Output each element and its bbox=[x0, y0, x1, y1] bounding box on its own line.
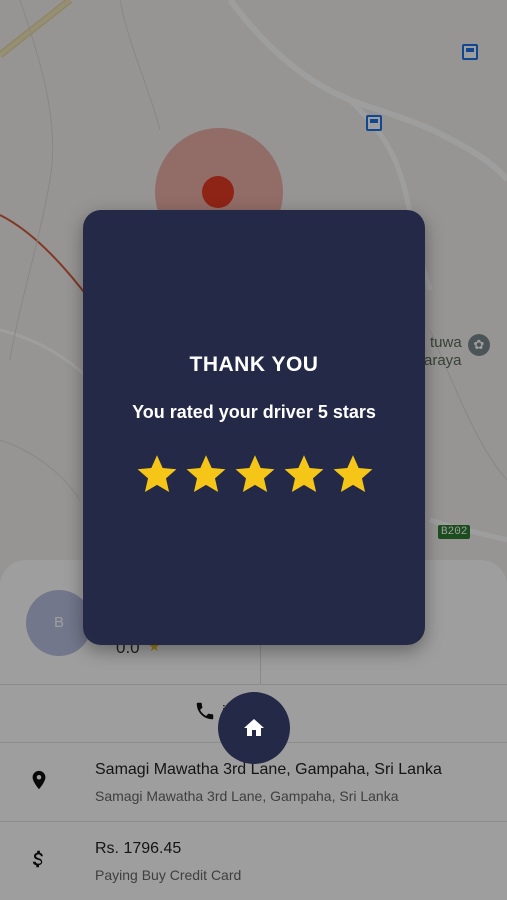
star-icon bbox=[235, 455, 275, 492]
star-icon bbox=[137, 455, 177, 492]
star-icon bbox=[186, 455, 226, 492]
dialog-title: THANK YOU bbox=[189, 353, 319, 376]
star-icon bbox=[333, 455, 373, 492]
dialog-message: You rated your driver 5 stars bbox=[132, 402, 376, 422]
home-button[interactable] bbox=[218, 692, 290, 764]
rating-stars bbox=[135, 452, 375, 496]
home-icon bbox=[244, 719, 264, 736]
rating-confirmation-dialog: THANK YOU You rated your driver 5 stars bbox=[83, 210, 425, 645]
star-icon bbox=[284, 455, 324, 492]
